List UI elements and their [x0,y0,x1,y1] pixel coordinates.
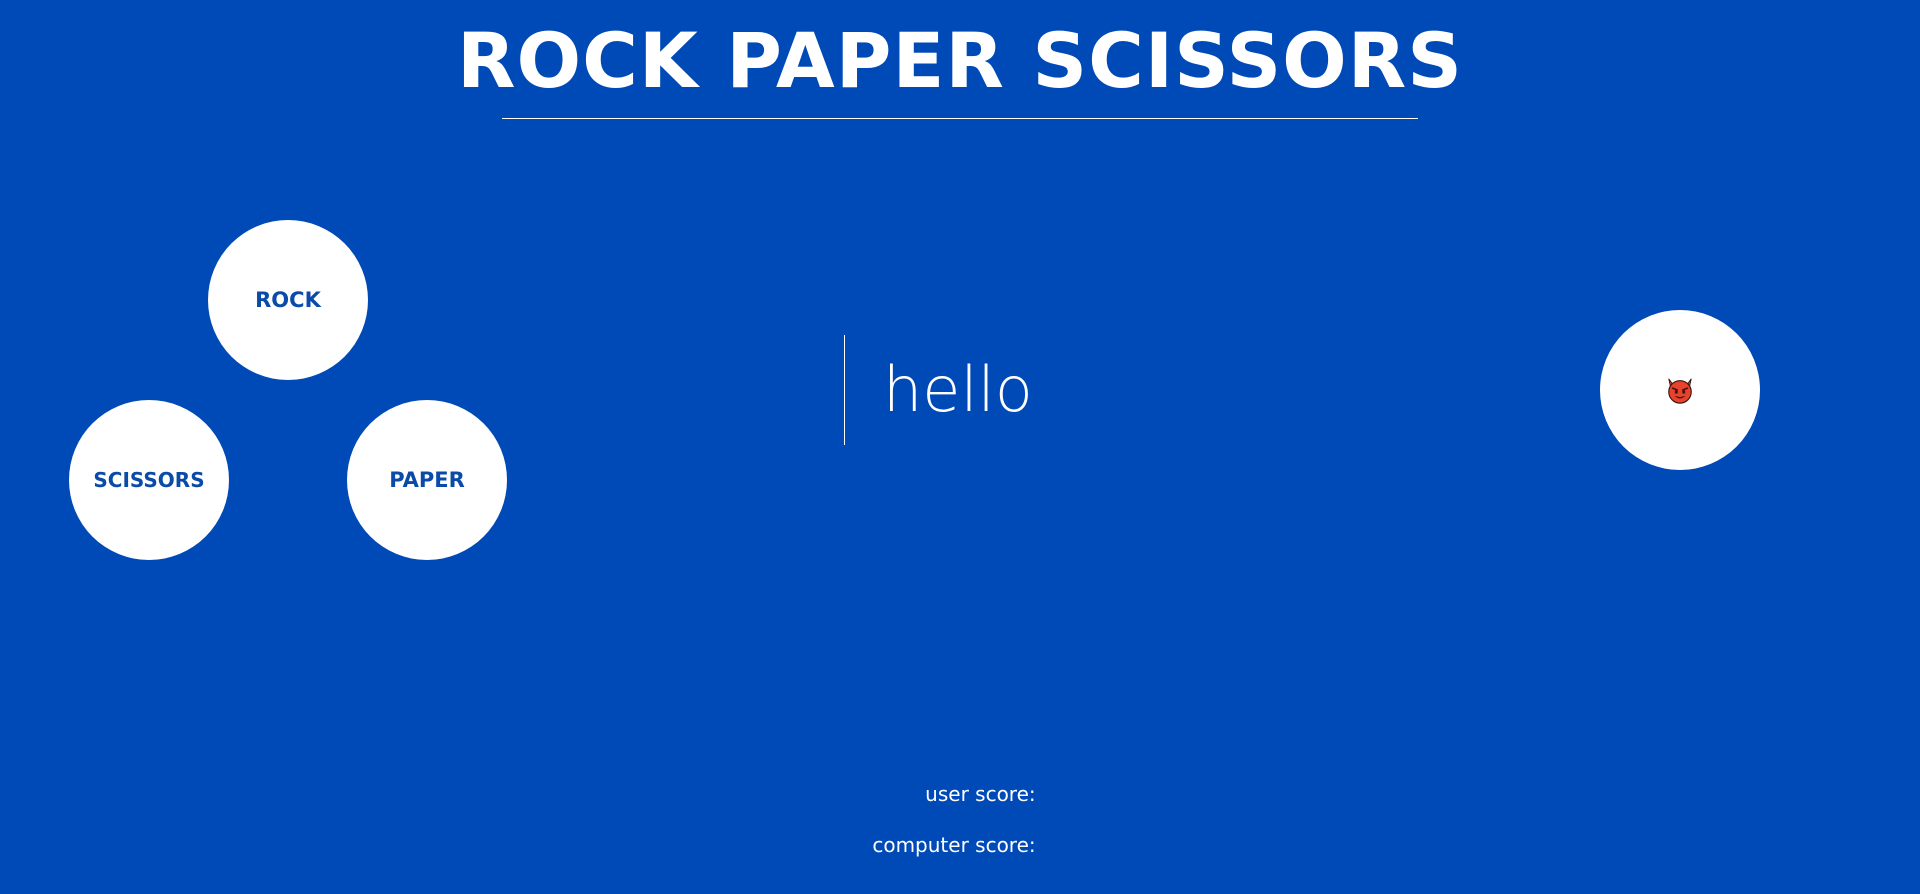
scissors-button-label: SCISSORS [93,468,205,492]
user-score-label: user score: [925,782,1036,806]
computer-score-label: computer score: [872,833,1036,857]
rock-button-label: ROCK [255,288,321,312]
rock-button[interactable]: ROCK [208,220,368,380]
result-divider [844,335,845,445]
game-page: ROCK PAPER SCISSORS ROCK SCISSORS PAPER … [0,0,1920,894]
page-title: ROCK PAPER SCISSORS [456,16,1464,105]
user-score: user score: [925,780,1042,808]
paper-button-label: PAPER [389,468,465,492]
paper-button[interactable]: PAPER [347,400,507,560]
computer-score: computer score: [872,831,1042,859]
scissors-button[interactable]: SCISSORS [69,400,229,560]
title-underline [502,118,1418,119]
result-message: hello [883,353,1033,426]
devil-face-icon [1668,378,1692,404]
computer-choice [1600,310,1760,470]
